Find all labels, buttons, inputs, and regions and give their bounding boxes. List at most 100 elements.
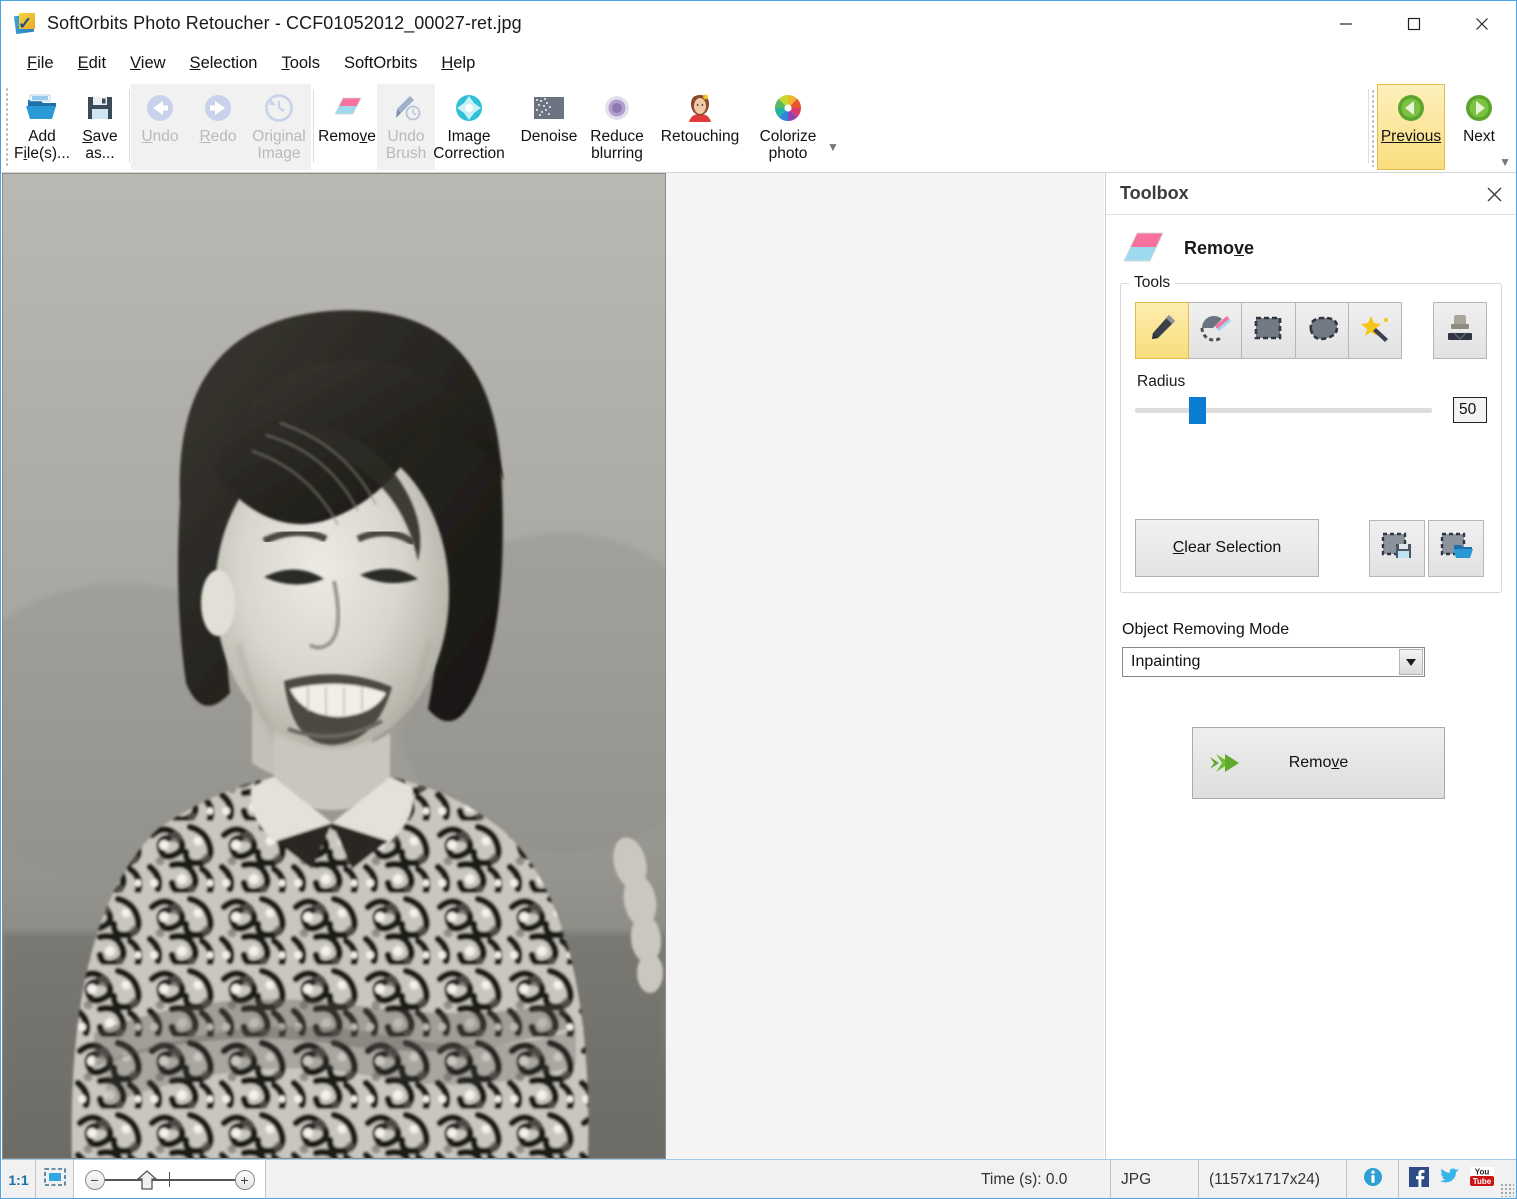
menu-view[interactable]: View (118, 51, 177, 76)
radius-slider-thumb[interactable] (1189, 397, 1206, 424)
save-as-button[interactable]: Save as... (71, 84, 129, 170)
colorize-photo-button[interactable]: Colorize photo (749, 84, 827, 170)
minimize-button[interactable] (1312, 1, 1380, 46)
menu-softorbits[interactable]: SoftOrbits (332, 51, 429, 76)
fit-to-window-button[interactable] (36, 1160, 74, 1198)
svg-text:You: You (1475, 1168, 1490, 1177)
purple-blur-circle-icon (600, 91, 634, 125)
toolbox-mode-name: Remove (1184, 237, 1255, 258)
chevron-down-icon[interactable] (1399, 649, 1423, 675)
zoom-slider[interactable]: − + (74, 1160, 266, 1198)
radius-row: 50 (1135, 397, 1487, 424)
menu-bar: File Edit View Selection Tools SoftOrbit… (1, 46, 1516, 81)
previous-button[interactable]: Previous (1377, 84, 1445, 170)
floppy-disk-icon (83, 91, 117, 125)
menu-help[interactable]: Help (429, 51, 487, 76)
toolbox-panel: Toolbox Remove Tools Radius 50 C lear Se… (1105, 173, 1516, 1159)
facebook-icon[interactable] (1409, 1167, 1429, 1192)
image-canvas-area[interactable] (2, 173, 1104, 1159)
close-button[interactable] (1448, 1, 1516, 46)
toolbar-group-history: Undo Redo Original Image (131, 84, 311, 170)
arrow-left-circle-icon (143, 91, 177, 125)
menu-selection[interactable]: Selection (178, 51, 270, 76)
undo-brush-line2: Brush (385, 145, 427, 162)
status-bar-spacer (266, 1160, 971, 1198)
zoom-ratio-button[interactable]: 1:1 (2, 1160, 36, 1198)
magic-wand-tool-button[interactable] (1347, 302, 1402, 359)
radius-value-input[interactable]: 50 (1453, 397, 1487, 423)
radius-label: Radius (1137, 373, 1186, 390)
eraser-selection-icon (1198, 312, 1232, 349)
toolbar-group-blur: Reduce blurring (583, 84, 651, 170)
application-window: ✓ SoftOrbits Photo Retoucher - CCF010520… (0, 0, 1517, 1199)
brush-clock-icon (389, 91, 423, 125)
load-selection-icon (1439, 531, 1473, 566)
object-removing-mode-select[interactable]: Inpainting (1122, 647, 1425, 677)
image-correction-button[interactable]: Image Correction (425, 84, 513, 170)
stamp-tool-button[interactable] (1432, 302, 1488, 359)
info-button[interactable] (1347, 1160, 1399, 1198)
resize-grip-icon[interactable] (1500, 1183, 1514, 1197)
toolbar-separator-1 (129, 89, 130, 163)
radius-slider[interactable] (1135, 397, 1432, 424)
lasso-tool-button[interactable] (1294, 302, 1349, 359)
toolbar-group-denoise: Denoise (515, 84, 583, 170)
window-controls (1312, 1, 1516, 46)
toolbar-group-remove: Remove (315, 84, 379, 170)
menu-tools[interactable]: Tools (269, 51, 332, 76)
retouching-button[interactable]: Retouching (651, 84, 749, 170)
denoise-button[interactable]: Denoise (515, 84, 583, 170)
softorbits-logo-icon: ✓ (13, 12, 37, 35)
eraser-icon (330, 91, 364, 125)
eraser-tool-button[interactable] (1188, 302, 1243, 359)
youtube-icon[interactable]: You Tube (1469, 1166, 1495, 1193)
original-image-button[interactable]: Original Image (247, 84, 311, 170)
eraser-icon (1120, 229, 1166, 267)
toolbox-mode-header: Remove (1106, 215, 1516, 279)
save-selection-button[interactable] (1369, 519, 1425, 577)
photo-image[interactable] (2, 173, 666, 1159)
green-back-arrow-icon (1394, 91, 1428, 125)
undo-button[interactable]: Undo (131, 84, 189, 170)
toolbar-nav-overflow-chevron-icon[interactable]: ▼ (1499, 155, 1511, 169)
green-forward-arrow-icon (1462, 91, 1496, 125)
rectangle-select-tool-button[interactable] (1241, 302, 1296, 359)
remove-tool-button[interactable]: Remove (315, 84, 379, 170)
home-marker-icon[interactable] (135, 1169, 158, 1191)
twitter-icon[interactable] (1438, 1167, 1460, 1192)
toolbar-drag-handle[interactable] (5, 87, 9, 167)
pencil-tool-button[interactable] (1135, 302, 1190, 359)
toolbar-separator-2 (313, 89, 314, 163)
selection-io-group (1369, 519, 1487, 577)
toolbox-header: Toolbox (1106, 173, 1516, 215)
denoise-label: Denoise (520, 128, 578, 145)
redo-button[interactable]: Redo (189, 84, 247, 170)
colorize-line1: Colorize (759, 128, 817, 145)
maximize-button[interactable] (1380, 1, 1448, 46)
format-status: JPG (1111, 1160, 1199, 1198)
remove-tool-label: Remove (318, 128, 376, 145)
add-files-button[interactable]: Add File(s)... (13, 84, 71, 170)
svg-text:Tube: Tube (1473, 1177, 1492, 1186)
object-removing-mode-label: Object Removing Mode (1122, 621, 1290, 638)
zoom-in-button[interactable]: + (234, 1169, 255, 1190)
undo-label: Undo (141, 128, 179, 145)
toolbox-close-icon[interactable] (1482, 182, 1506, 206)
toolbar-group-file: Add File(s)... Save as... (13, 84, 129, 170)
reduce-blurring-button[interactable]: Reduce blurring (583, 84, 651, 170)
clear-selection-button[interactable]: Clear Selection (1135, 519, 1319, 577)
clock-history-icon (262, 91, 296, 125)
remove-action-label: Remove (1288, 754, 1349, 771)
toolbar-nav-drag-handle[interactable] (1371, 89, 1375, 167)
menu-file[interactable]: File (15, 51, 66, 76)
zoom-out-button[interactable]: − (84, 1169, 105, 1190)
next-label: Next (1463, 128, 1495, 145)
remove-action-button[interactable]: Remove (1192, 727, 1445, 799)
menu-edit[interactable]: Edit (66, 51, 118, 76)
toolbar-group-nav: Previous Next (1377, 84, 1513, 170)
load-selection-button[interactable] (1428, 519, 1484, 577)
lasso-icon (1305, 314, 1339, 347)
selection-actions-row: Clear Selection (1135, 519, 1487, 577)
zoom-slider-tick (168, 1171, 170, 1187)
main-toolbar: Add File(s)... Save as... Undo Redo Orig… (1, 81, 1516, 173)
